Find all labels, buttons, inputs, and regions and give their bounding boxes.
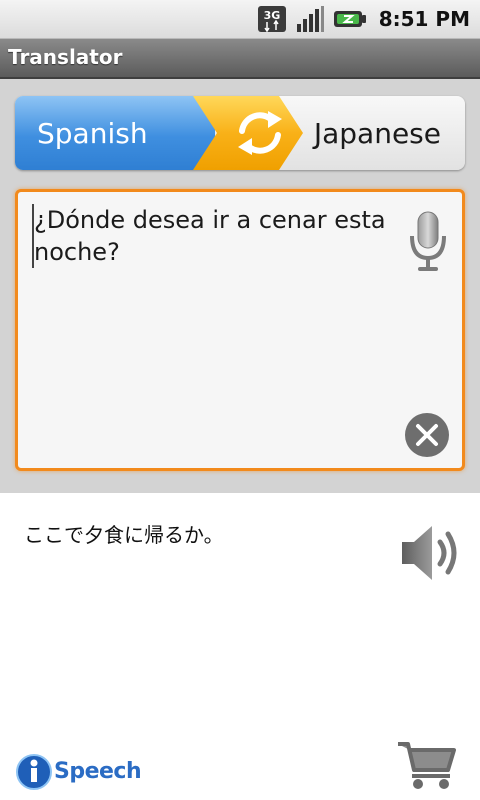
svg-text:3G: 3G bbox=[263, 9, 280, 22]
ispeech-logo: Speech bbox=[14, 750, 142, 792]
logo-text: Speech bbox=[54, 759, 142, 784]
translated-text: ここで夕食に帰るか。 bbox=[24, 523, 224, 547]
microphone-icon[interactable] bbox=[408, 210, 448, 274]
swap-languages-button[interactable] bbox=[193, 96, 303, 170]
input-panel: Spanish Japanese ¿Dónde desea ir a cenar… bbox=[0, 79, 480, 493]
ispeech-logo-icon bbox=[16, 754, 52, 790]
shopping-cart-icon[interactable] bbox=[396, 740, 458, 790]
source-language-label: Spanish bbox=[37, 116, 148, 150]
status-icons: 3G 8:51 PM bbox=[257, 4, 470, 34]
clear-circle-icon[interactable] bbox=[404, 412, 450, 458]
source-text-input[interactable]: ¿Dónde desea ir a cenar esta noche? bbox=[15, 189, 465, 471]
status-time: 8:51 PM bbox=[378, 7, 470, 31]
source-language-button[interactable]: Spanish bbox=[15, 96, 215, 170]
source-text[interactable]: ¿Dónde desea ir a cenar esta noche? bbox=[32, 204, 394, 268]
target-language-button[interactable]: Japanese bbox=[290, 96, 465, 170]
network-3g-icon: 3G bbox=[257, 6, 286, 33]
language-selector: Spanish Japanese bbox=[15, 96, 465, 170]
speaker-icon[interactable] bbox=[398, 522, 462, 584]
battery-icon bbox=[333, 11, 366, 27]
target-language-label: Japanese bbox=[313, 116, 441, 150]
status-bar: 3G 8:51 PM bbox=[0, 0, 480, 39]
title-bar: Translator bbox=[0, 39, 480, 79]
app-title: Translator bbox=[8, 45, 123, 69]
signal-strength-icon bbox=[296, 6, 324, 32]
